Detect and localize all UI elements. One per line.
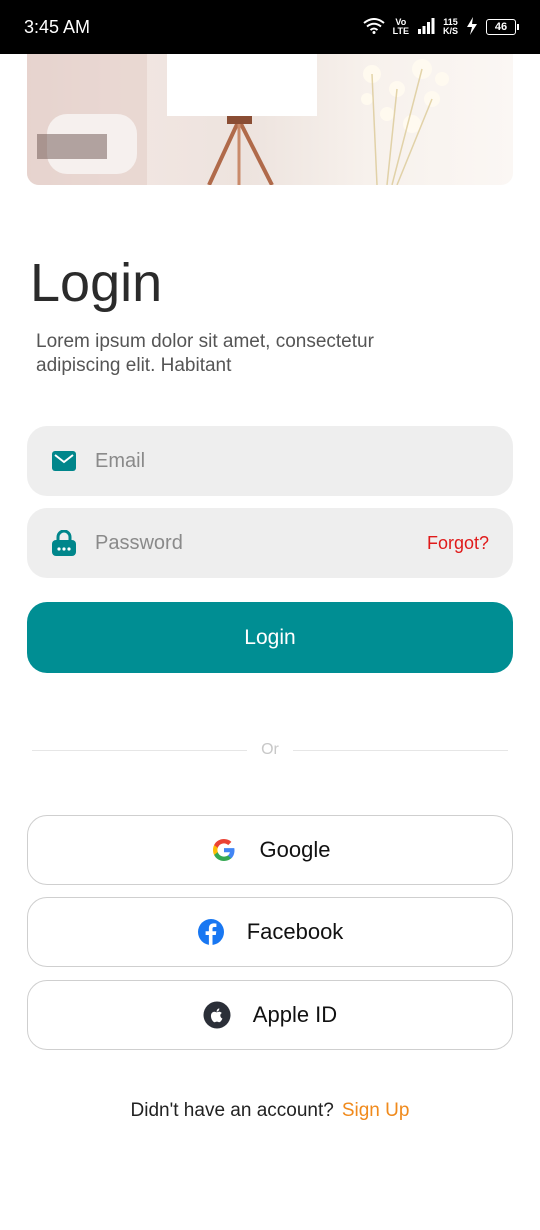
hero-image [27,54,513,185]
or-divider: Or [32,738,508,762]
apple-login-button[interactable]: Apple ID [27,980,513,1050]
signup-prompt: Didn't have an account? Sign Up [0,1100,540,1122]
forgot-password-link[interactable]: Forgot? [427,533,489,554]
signup-prompt-text: Didn't have an account? [130,1100,334,1121]
apple-icon [203,1001,231,1029]
status-icons: Vo LTE 115 K/S 46 [363,16,519,38]
login-button[interactable]: Login [27,602,513,673]
google-login-button[interactable]: Google [27,815,513,885]
status-bar: 3:45 AM Vo LTE 115 K/S 46 [0,0,540,54]
facebook-label: Facebook [246,919,344,944]
wifi-icon [363,17,385,37]
lock-icon [51,530,77,556]
battery-indicator: 46 [486,19,519,35]
page-subtitle: Lorem ipsum dolor sit amet, consectetur … [36,331,374,376]
charging-icon [466,16,478,38]
divider-line-right [292,749,508,751]
google-icon [210,836,238,864]
email-field[interactable] [93,448,489,474]
password-field[interactable] [93,530,427,556]
divider-line-left [32,749,248,751]
apple-label: Apple ID [252,1002,338,1027]
divider-text: Or [261,741,279,758]
email-field-container[interactable] [27,426,513,496]
facebook-login-button[interactable]: Facebook [27,897,513,967]
mail-icon [51,448,77,474]
volte-indicator: Vo LTE [392,17,409,36]
signal-icon [417,17,435,37]
status-time: 3:45 AM [24,16,91,37]
password-field-container[interactable]: Forgot? [27,508,513,578]
network-speed: 115 K/S [442,17,458,36]
signup-link[interactable]: Sign Up [342,1100,410,1121]
page-title: Login [30,253,163,313]
facebook-icon [197,918,225,946]
google-label: Google [259,837,331,862]
